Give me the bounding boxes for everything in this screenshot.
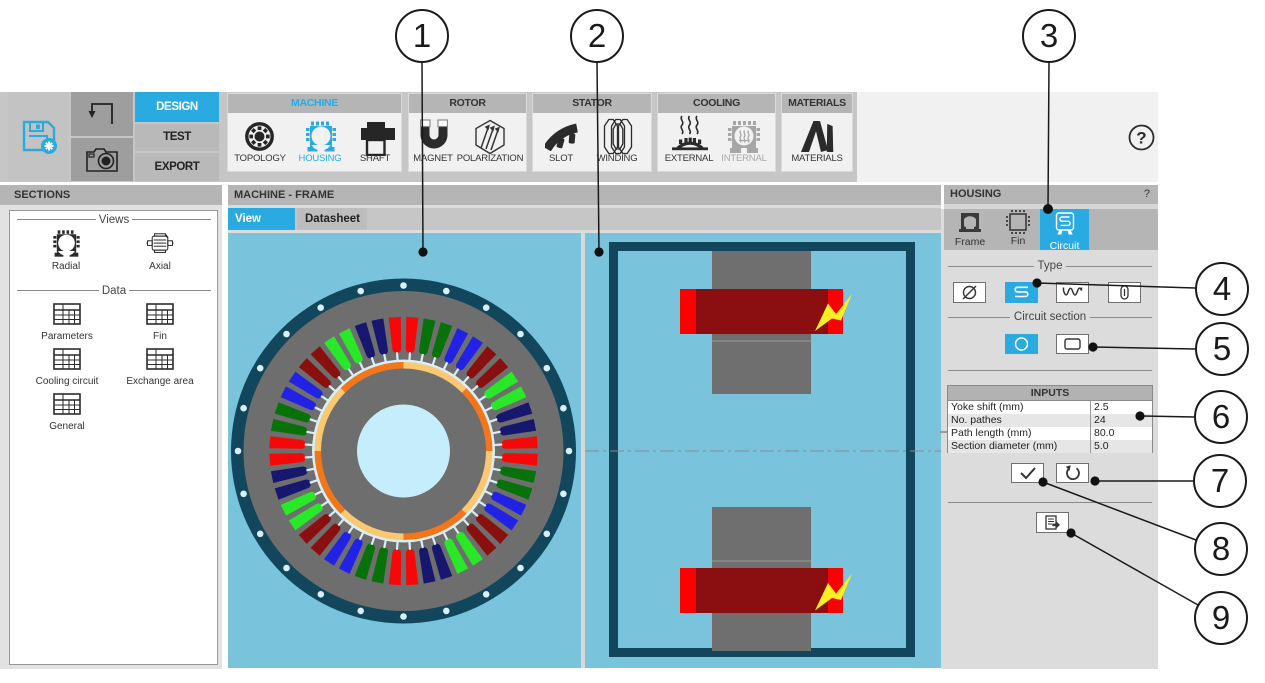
svg-text:?: ? xyxy=(1136,129,1146,148)
